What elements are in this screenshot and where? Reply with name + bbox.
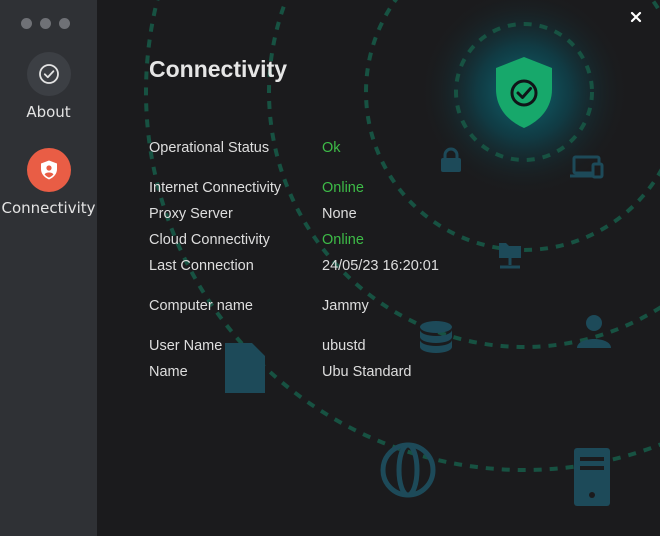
server-icon — [574, 448, 610, 506]
window-control-dot[interactable] — [59, 18, 70, 29]
check-circle-icon — [26, 52, 71, 96]
info-label: Operational Status — [149, 140, 270, 156]
close-icon — [630, 11, 642, 23]
close-button[interactable] — [626, 7, 646, 27]
database-icon — [420, 321, 452, 353]
shield-user-icon — [26, 148, 71, 192]
document-icon — [225, 343, 265, 393]
info-value: ubustd — [322, 338, 366, 354]
user-icon — [577, 315, 611, 348]
main-panel: Connectivity Operational Status Ok Inter… — [97, 0, 660, 536]
window-control-dot[interactable] — [40, 18, 51, 29]
info-label: Cloud Connectivity — [149, 232, 270, 248]
sidebar-item-about[interactable]: About — [0, 52, 97, 121]
info-label: Computer name — [149, 298, 253, 314]
sidebar-item-label: Connectivity — [1, 199, 96, 217]
info-value: Jammy — [322, 298, 369, 314]
sidebar: About Connectivity — [0, 0, 97, 536]
info-value: None — [322, 206, 357, 222]
window-control-dot[interactable] — [21, 18, 32, 29]
window-controls — [21, 18, 70, 29]
network-folder-icon — [499, 243, 521, 269]
status-value: Ok — [322, 140, 341, 156]
info-label: User Name — [149, 338, 223, 354]
info-value: 24/05/23 16:20:01 — [322, 258, 439, 274]
info-label: Name — [149, 364, 188, 380]
sidebar-item-connectivity[interactable]: Connectivity — [0, 148, 97, 217]
app-window: About Connectivity Connectivity Operatio… — [0, 0, 660, 536]
status-value: Online — [322, 180, 364, 196]
sidebar-item-label: About — [26, 103, 71, 121]
status-value: Online — [322, 232, 364, 248]
info-label: Last Connection — [149, 258, 254, 274]
info-label: Proxy Server — [149, 206, 233, 222]
info-value: Ubu Standard — [322, 364, 412, 380]
page-title: Connectivity — [149, 56, 288, 82]
info-label: Internet Connectivity — [149, 180, 282, 196]
